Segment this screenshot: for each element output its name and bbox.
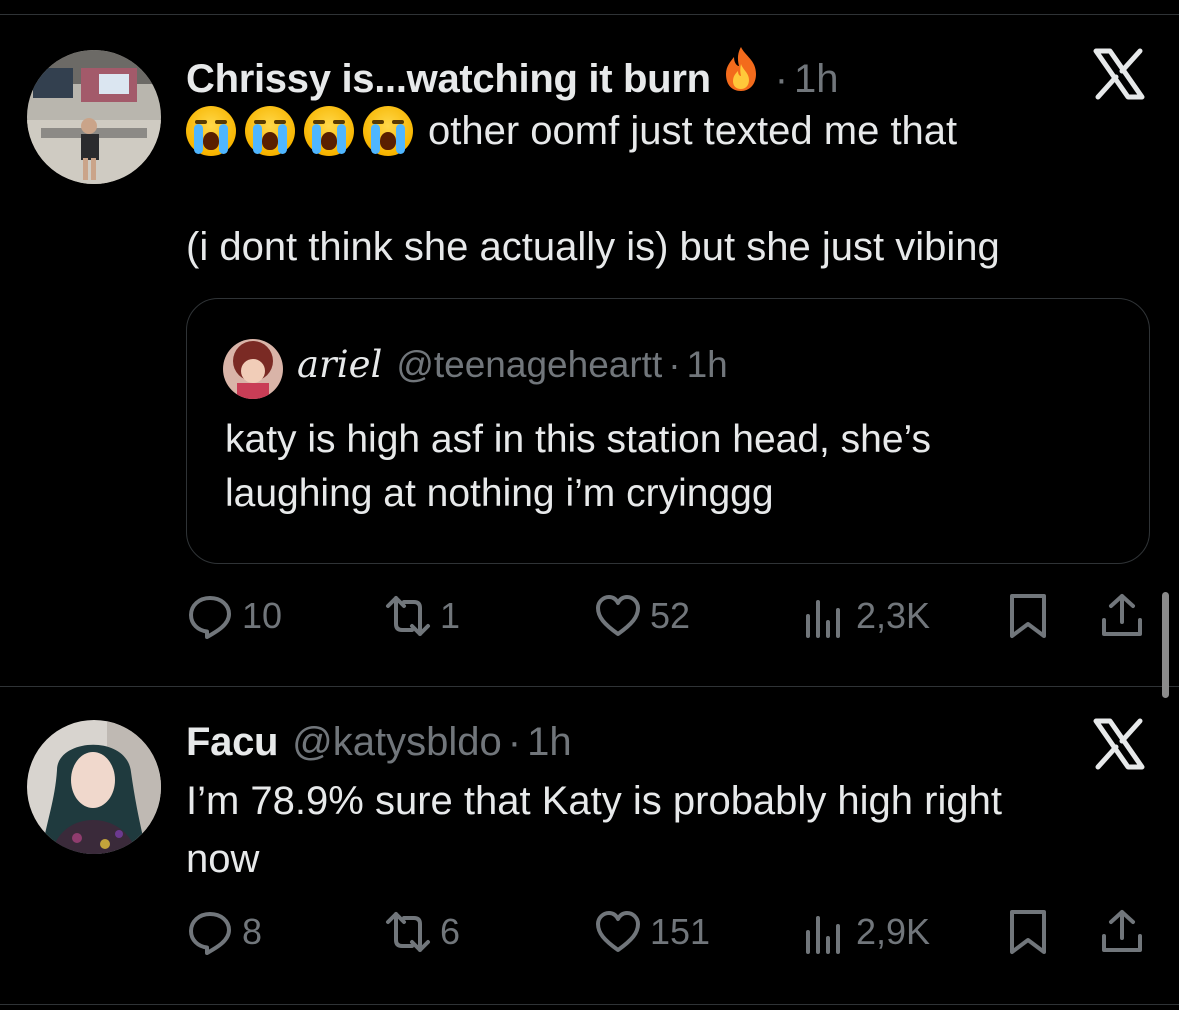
quote-handle[interactable]: @teenageheartt [396, 344, 662, 385]
separator: · [774, 57, 789, 101]
tweet-2[interactable]: Facu @katysbldo · 1h I’m 78.9% sure that… [0, 686, 1179, 1004]
action-bar: 10 1 52 2,3K [0, 586, 1179, 646]
views-count: 2,9K [856, 911, 931, 952]
repost-count: 6 [440, 911, 461, 952]
like-icon [596, 595, 640, 636]
tweet-text-line-1: other oomf just texted me that [428, 109, 958, 153]
quoted-tweet[interactable]: ariel @teenageheartt · 1h katy is high asf … [186, 298, 1150, 564]
views-button[interactable]: 2,3K [800, 592, 930, 640]
timestamp[interactable]: 1h [527, 720, 572, 765]
tweet-text-line-2: now [186, 837, 260, 881]
x-logo-icon[interactable] [1093, 48, 1145, 100]
views-button[interactable]: 2,9K [800, 908, 930, 956]
reply-button[interactable]: 8 [186, 908, 262, 956]
tweet-text-line-2: (i dont think she actually is) but she j… [186, 225, 1000, 269]
tweet-text: other oomf just texted me that (i dont t… [186, 102, 1000, 276]
tweet-text: I’m 78.9% sure that Katy is probably hig… [186, 772, 1002, 888]
share-icon [1102, 910, 1142, 952]
timestamp[interactable]: 1h [794, 57, 839, 102]
repost-count: 1 [440, 595, 461, 636]
reply-button[interactable]: 10 [186, 592, 282, 640]
quote-text: katy is high asf in this station head, s… [225, 413, 1125, 521]
display-name[interactable]: Chrissy is...watching it burn [186, 57, 711, 102]
bookmark-button[interactable] [1004, 908, 1060, 956]
bookmark-icon [1010, 594, 1046, 638]
quote-display-name[interactable]: ariel [297, 343, 382, 386]
quote-text-line-1: katy is high asf in this station head, s… [225, 418, 932, 461]
reply-icon [189, 912, 231, 955]
bookmark-icon [1010, 910, 1046, 954]
views-icon [806, 916, 840, 954]
share-icon [1102, 594, 1142, 636]
separator: · [507, 720, 522, 764]
crying-emoji-icon [304, 106, 354, 156]
views-icon [806, 600, 840, 638]
quote-header: ariel @teenageheartt · 1h [297, 343, 728, 386]
fire-icon [721, 46, 761, 92]
avatar[interactable] [27, 720, 161, 854]
quote-avatar[interactable] [223, 339, 283, 399]
bottom-divider [0, 1004, 1179, 1005]
action-bar: 8 6 151 2,9K [0, 902, 1179, 962]
quote-separator: · [668, 344, 681, 385]
repost-icon [386, 596, 430, 636]
like-button[interactable]: 52 [594, 592, 690, 640]
repost-icon [386, 912, 430, 952]
handle[interactable]: @katysbldo [292, 720, 502, 765]
tweet-header: Chrissy is...watching it burn · 1h [186, 46, 839, 102]
share-button[interactable] [1098, 592, 1154, 640]
x-logo-icon[interactable] [1093, 718, 1145, 770]
crying-emoji-icon [363, 106, 413, 156]
like-count: 151 [650, 911, 711, 952]
tweet-text-line-1: I’m 78.9% sure that Katy is probably hig… [186, 779, 1002, 823]
share-button[interactable] [1098, 908, 1154, 956]
repost-button[interactable]: 1 [384, 592, 460, 640]
like-icon [596, 911, 640, 952]
scrollbar[interactable] [1162, 592, 1169, 698]
quote-timestamp[interactable]: 1h [687, 344, 728, 385]
quote-text-line-2: laughing at nothing i’m cryinggg [225, 472, 774, 515]
avatar[interactable] [27, 50, 161, 184]
crying-emoji-icon [245, 106, 295, 156]
repost-button[interactable]: 6 [384, 908, 460, 956]
views-count: 2,3K [856, 595, 931, 636]
crying-emoji-icon [186, 106, 236, 156]
display-name[interactable]: Facu [186, 720, 278, 765]
reply-count: 10 [242, 595, 283, 636]
tweet-1[interactable]: Chrissy is...watching it burn · 1h other… [0, 0, 1179, 686]
like-button[interactable]: 151 [594, 908, 710, 956]
reply-icon [189, 596, 231, 639]
bookmark-button[interactable] [1004, 592, 1060, 640]
like-count: 52 [650, 595, 691, 636]
reply-count: 8 [242, 911, 263, 952]
tweet-header: Facu @katysbldo · 1h [186, 720, 572, 765]
